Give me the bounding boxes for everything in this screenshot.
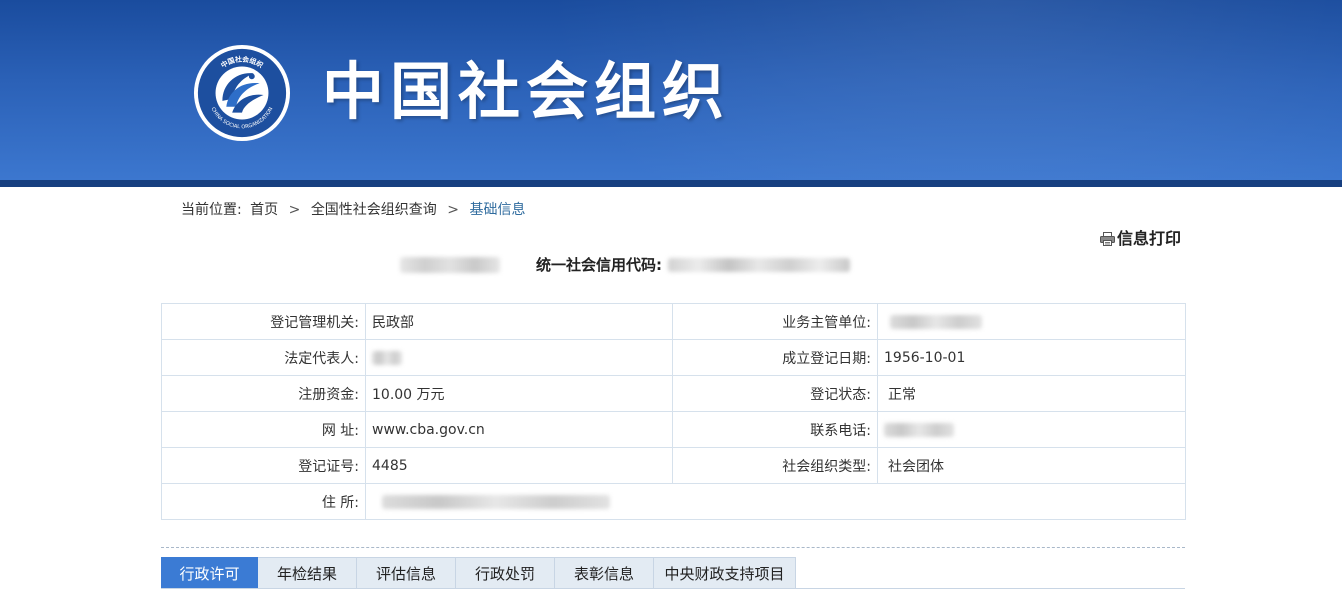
china-social-organization-emblem-icon[interactable]: 中国社会组织 CHINA SOCIAL ORGANIZATION <box>193 44 291 142</box>
breadcrumb-item-national-query[interactable]: 全国性社会组织查询 <box>311 200 437 220</box>
establishment-date-label: 成立登记日期: <box>672 339 878 376</box>
registration-number-value: 4485 <box>365 447 673 484</box>
address-value <box>365 483 1186 520</box>
section-divider <box>161 547 1185 548</box>
table-row: 网 址: www.cba.gov.cn 联系电话: <box>161 411 1186 448</box>
tab-administrative-license[interactable]: 行政许可 <box>161 557 258 589</box>
credit-code-label: 统一社会信用代码: <box>536 256 662 274</box>
table-row: 住 所: <box>161 483 1186 520</box>
breadcrumb-separator: > <box>288 202 301 218</box>
website-link[interactable]: www.cba.gov.cn <box>365 411 673 448</box>
printer-icon <box>1100 232 1115 246</box>
table-row: 登记证号: 4485 社会组织类型: 社会团体 <box>161 447 1186 484</box>
organization-type-label: 社会组织类型: <box>672 447 878 484</box>
registration-status-label: 登记状态: <box>672 375 878 412</box>
tab-central-finance-projects[interactable]: 中央财政支持项目 <box>654 557 796 589</box>
header-banner: 中国社会组织 CHINA SOCIAL ORGANIZATION 中国社会组织 <box>0 0 1342 180</box>
redacted-value <box>382 494 610 509</box>
breadcrumb-prefix: 当前位置: <box>181 202 242 218</box>
organization-type-value: 社会团体 <box>877 447 1186 484</box>
registered-capital-value: 10.00 万元 <box>365 375 673 412</box>
redacted-value <box>372 350 402 365</box>
print-label: 信息打印 <box>1117 229 1182 248</box>
registration-number-label: 登记证号: <box>161 447 366 484</box>
breadcrumb-item-home[interactable]: 首页 <box>250 200 278 220</box>
tab-administrative-penalty[interactable]: 行政处罚 <box>456 557 555 589</box>
address-label: 住 所: <box>161 483 366 520</box>
breadcrumb: 当前位置: 首页 > 全国性社会组织查询 > 基础信息 <box>181 200 525 220</box>
print-info-button[interactable]: 信息打印 <box>1100 229 1181 249</box>
redacted-value <box>890 314 982 329</box>
contact-phone-label: 联系电话: <box>672 411 878 448</box>
table-row: 注册资金: 10.00 万元 登记状态: 正常 <box>161 375 1186 412</box>
site-title: 中国社会组织 <box>322 55 731 128</box>
breadcrumb-item-basic-info: 基础信息 <box>469 202 526 218</box>
legal-representative-label: 法定代表人: <box>161 339 366 376</box>
tab-commendation[interactable]: 表彰信息 <box>555 557 654 589</box>
registration-status-value: 正常 <box>877 375 1186 412</box>
legal-representative-value <box>365 339 673 376</box>
contact-phone-value <box>877 411 1186 448</box>
org-heading: 统一社会信用代码: <box>400 254 850 276</box>
credit-code-redacted <box>668 258 850 272</box>
basic-info-table: 登记管理机关: 民政部 业务主管单位: 法定代表人: 成立登记日期: 1956-… <box>161 303 1186 520</box>
table-row: 法定代表人: 成立登记日期: 1956-10-01 <box>161 339 1186 376</box>
tab-evaluation[interactable]: 评估信息 <box>357 557 456 589</box>
tab-annual-inspection[interactable]: 年检结果 <box>258 557 357 589</box>
banner-divider <box>0 180 1342 187</box>
supervising-unit-label: 业务主管单位: <box>672 303 878 340</box>
website-label: 网 址: <box>161 411 366 448</box>
redacted-value <box>884 422 954 437</box>
establishment-date-value: 1956-10-01 <box>877 339 1186 376</box>
org-name-redacted <box>400 257 500 273</box>
supervising-unit-value <box>877 303 1186 340</box>
breadcrumb-separator: > <box>447 202 459 218</box>
info-tabs: 行政许可 年检结果 评估信息 行政处罚 表彰信息 中央财政支持项目 <box>161 557 796 589</box>
registration-authority-label: 登记管理机关: <box>161 303 366 340</box>
registered-capital-label: 注册资金: <box>161 375 366 412</box>
registration-authority-value: 民政部 <box>365 303 673 340</box>
tabs-baseline <box>161 588 1185 589</box>
table-row: 登记管理机关: 民政部 业务主管单位: <box>161 303 1186 340</box>
